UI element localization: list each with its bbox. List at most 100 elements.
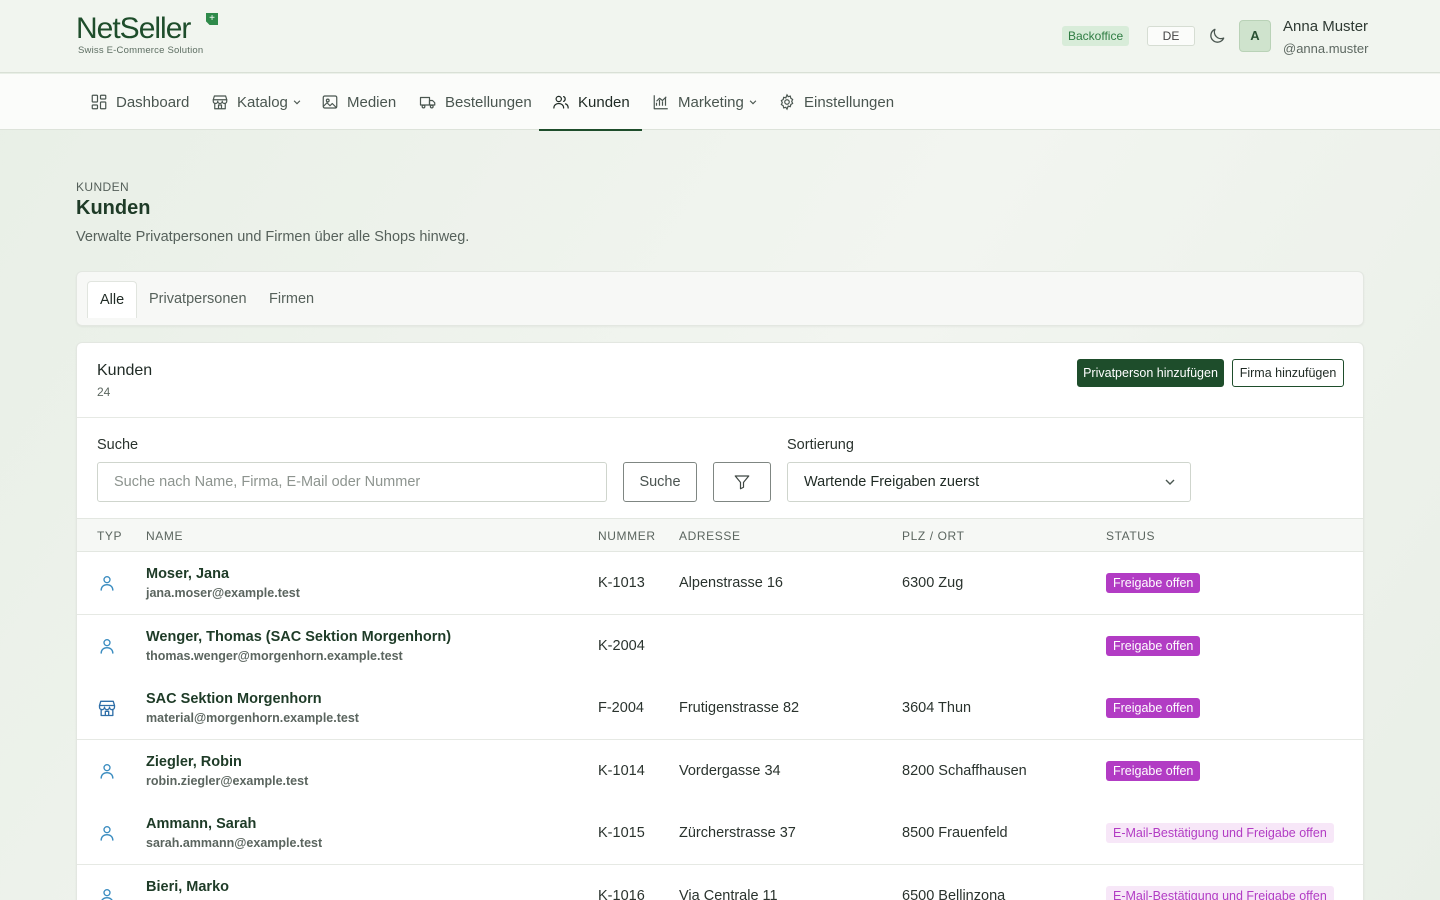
table-row[interactable]: Moser, Jana jana.moser@example.test K-1013… [77, 552, 1363, 615]
column-header-typ: TYP [97, 529, 123, 543]
chevron-down-icon [293, 100, 301, 105]
column-header-adresse[interactable]: ADRESSE [679, 529, 741, 543]
status-badge: Freigabe offen [1106, 635, 1201, 656]
customer-name[interactable]: Bieri, Marko [146, 879, 229, 895]
status-badge: Freigabe offen [1106, 760, 1201, 781]
search-label: Suche [97, 437, 139, 453]
store-icon [212, 95, 228, 110]
nav-item-einstellungen[interactable]: Einstellungen [778, 74, 894, 130]
add-company-button[interactable]: Firma hinzufügen [1232, 359, 1344, 387]
tab-alle[interactable]: Alle [87, 281, 138, 318]
truck-icon [419, 96, 436, 109]
customer-email: jana.moser@example.test [146, 586, 300, 600]
nav-item-dashboard[interactable]: Dashboard [90, 74, 189, 130]
chevron-down-icon [1165, 479, 1175, 485]
customer-type-tabs: Alle Privatpersonen Firmen [76, 271, 1364, 326]
logo-tagline: Swiss E-Commerce Solution [78, 45, 204, 56]
top-header: NetSeller + Swiss E-Commerce Solution Ba… [0, 0, 1440, 73]
nav-label: Katalog [237, 93, 288, 111]
table-row[interactable]: SAC Sektion Morgenhorn material@morgenhor… [77, 677, 1363, 740]
customer-email: sarah.ammann@example.test [146, 836, 323, 850]
column-header-nummer[interactable]: NUMMER [598, 529, 656, 543]
customer-city: 8200 Schaffhausen [902, 762, 1027, 779]
status-badge: E-Mail-Bestätigung und Freigabe offen [1106, 885, 1334, 900]
store-icon [97, 698, 117, 718]
customer-email: material@morgenhorn.example.test [146, 711, 359, 725]
logo-mark-icon: + [206, 13, 218, 25]
person-icon [97, 573, 117, 593]
nav-label: Dashboard [116, 93, 190, 111]
customer-email: thomas.wenger@morgenhorn.example.test [146, 648, 403, 663]
user-handle: @anna.muster [1283, 41, 1369, 56]
person-icon [97, 761, 117, 781]
page-description: Verwalte Privatpersonen und Firmen über … [76, 229, 470, 245]
customer-count: 24 [97, 385, 111, 399]
table-row[interactable]: Bieri, Markomarko.bieri@example.testK-10… [77, 864, 1363, 900]
nav-label: Einstellungen [804, 93, 895, 111]
nav-label: Bestellungen [445, 93, 532, 111]
card-title: Kunden [97, 362, 153, 379]
customer-name[interactable]: Ziegler, Robin [146, 754, 242, 770]
customer-name[interactable]: SAC Sektion Morgenhorn [146, 691, 322, 707]
customer-name[interactable]: Ammann, Sarah [146, 816, 256, 832]
nav-label: Medien [347, 93, 397, 111]
sort-select[interactable]: Wartende Freigaben zuerst [787, 462, 1191, 502]
filter-icon [734, 475, 750, 490]
customer-name[interactable]: Wenger, Thomas (SAC Sektion Morgenhorn) [146, 629, 451, 645]
nav-label: Marketing [678, 93, 744, 111]
table-row[interactable]: Ammann, Sarah sarah.ammann@example.test K-… [77, 802, 1363, 865]
customer-number: K-2004 [598, 637, 645, 654]
column-header-status[interactable]: STATUS [1106, 529, 1155, 543]
nav-label: Kunden [578, 93, 630, 111]
person-icon [97, 886, 117, 900]
tab-privatpersonen[interactable]: Privatpersonen [149, 281, 247, 318]
chart-icon [653, 95, 668, 110]
table-row[interactable]: Ziegler, Robin robin.ziegler@example.test… [77, 739, 1363, 803]
user-name: Anna Muster [1283, 18, 1369, 35]
search-button[interactable]: Suche [623, 462, 697, 502]
moon-icon [1210, 28, 1225, 43]
logo[interactable]: NetSeller + Swiss E-Commerce Solution [76, 12, 226, 58]
status-badge: Freigabe offen [1106, 698, 1201, 718]
chevron-down-icon [749, 100, 757, 105]
language-switch[interactable]: DE [1147, 26, 1195, 46]
customer-city: 8500 Frauenfeld [902, 825, 1008, 841]
column-header-plz-ort[interactable]: PLZ / ORT [902, 529, 965, 543]
avatar[interactable]: A [1239, 20, 1271, 52]
logo-text: NetSeller [76, 12, 191, 45]
dashboard-icon [91, 94, 107, 110]
status-badge: E-Mail-Bestätigung und Freigabe offen [1106, 823, 1334, 843]
filter-bar: Suche Suche Sortierung Wartende Freigabe… [77, 417, 1363, 519]
customer-number: F-2004 [598, 700, 644, 716]
customer-address: Zürcherstrasse 37 [679, 825, 796, 841]
main-navigation: Dashboard Katalog Medien Bestellungen Ku… [0, 74, 1440, 131]
customer-address: Via Centrale 11 [679, 887, 778, 900]
customer-address: Vordergasse 34 [679, 762, 781, 779]
table-row[interactable]: Wenger, Thomas (SAC Sektion Morgenhorn) t… [77, 614, 1363, 678]
nav-item-katalog[interactable]: Katalog [211, 74, 302, 130]
status-badge: Freigabe offen [1106, 573, 1201, 593]
customer-number: K-1014 [598, 762, 645, 779]
nav-item-kunden[interactable]: Kunden [539, 74, 642, 131]
tab-firmen[interactable]: Firmen [269, 281, 314, 318]
customer-city: 6300 Zug [902, 575, 964, 591]
filter-button[interactable] [713, 462, 771, 502]
dark-mode-toggle[interactable] [1207, 26, 1227, 46]
person-icon [97, 823, 117, 843]
column-header-name[interactable]: NAME [146, 529, 183, 543]
table-header: TYP NAME NUMMER ADRESSE PLZ / ORT STATUS [77, 518, 1363, 552]
nav-item-medien[interactable]: Medien [321, 74, 396, 130]
users-icon [553, 95, 569, 109]
customer-name[interactable]: Moser, Jana [146, 566, 229, 582]
customer-city: 3604 Thun [902, 700, 972, 716]
breadcrumb: KUNDEN [76, 180, 130, 194]
search-input[interactable] [97, 462, 607, 502]
nav-item-marketing[interactable]: Marketing [652, 74, 758, 130]
sort-value: Wartende Freigaben zuerst [804, 474, 980, 490]
nav-item-bestellungen[interactable]: Bestellungen [419, 74, 532, 130]
customer-list-card: Kunden 24 Privatperson hinzufügen Firma … [76, 342, 1364, 900]
sort-label: Sortierung [787, 437, 854, 453]
person-icon [97, 636, 117, 656]
image-icon [322, 95, 338, 109]
add-person-button[interactable]: Privatperson hinzufügen [1077, 359, 1224, 387]
